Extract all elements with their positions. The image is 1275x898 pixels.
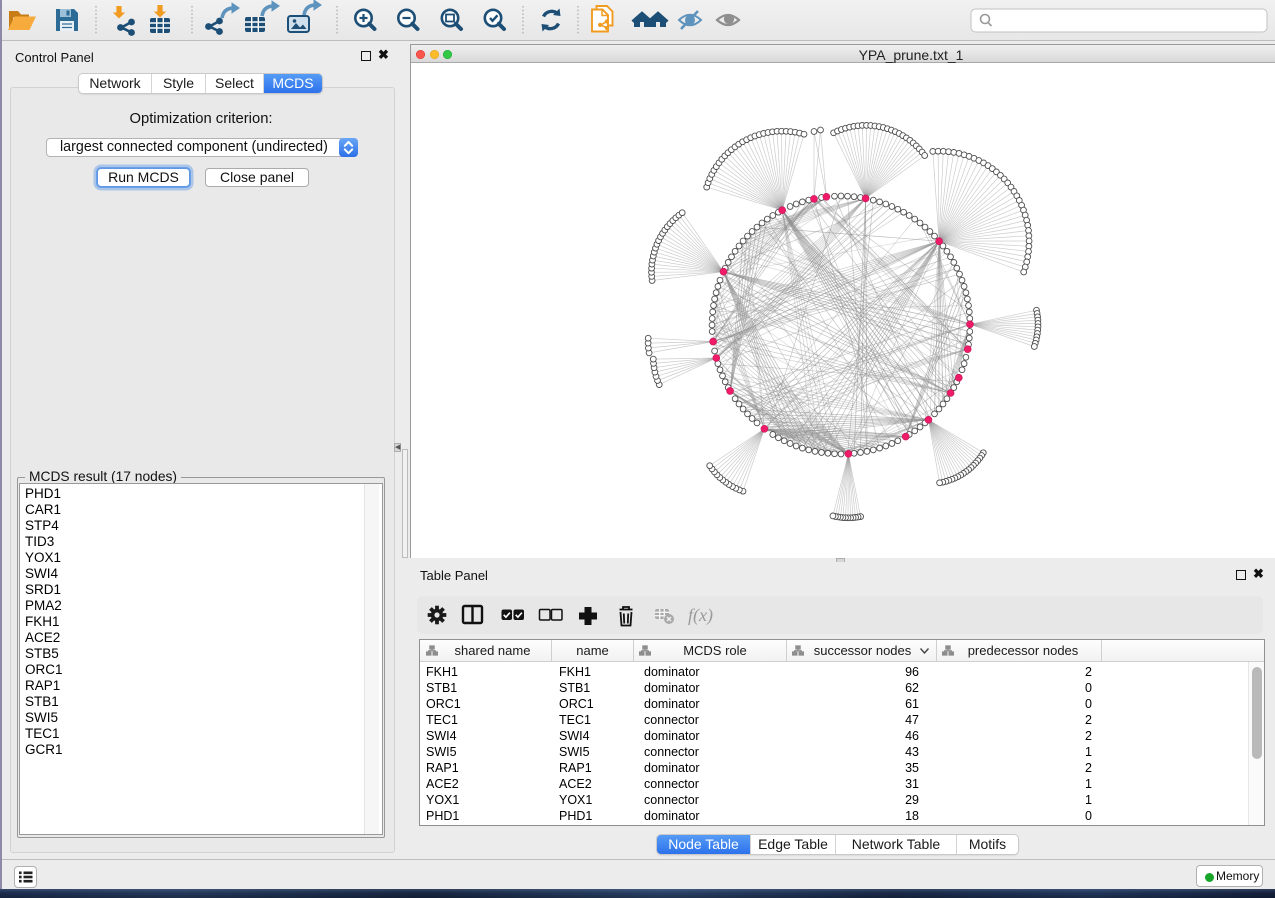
svg-text:f(x): f(x)	[688, 605, 713, 626]
